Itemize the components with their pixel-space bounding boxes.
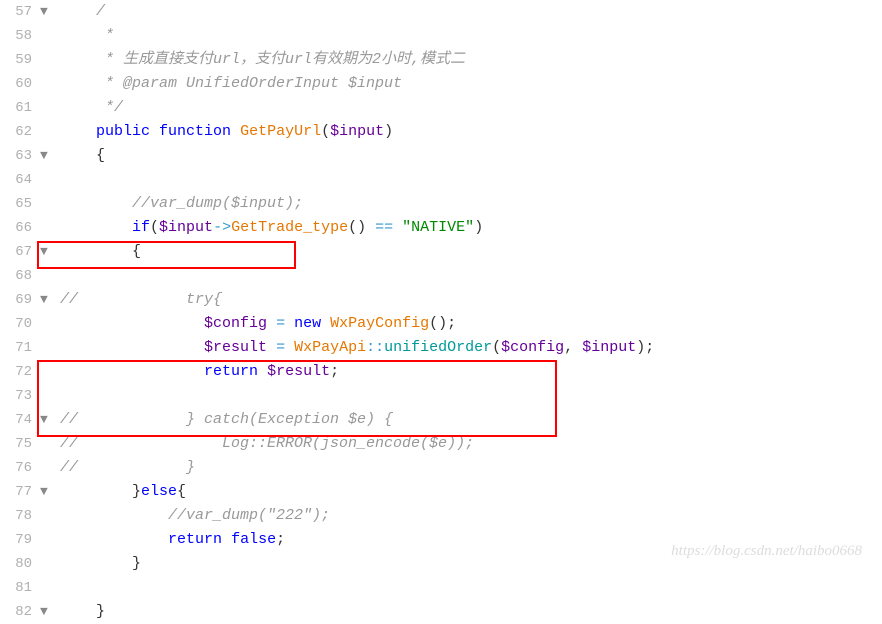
code-line[interactable]: 60 * @param UnifiedOrderInput $input [0, 72, 882, 96]
line-number: 66 [0, 217, 40, 239]
code-line[interactable]: 76 // } [0, 456, 882, 480]
fold-marker-icon[interactable]: ▼ [40, 410, 60, 431]
code-line[interactable]: 59 * 生成直接支付url，支付url有效期为2小时,模式二 [0, 48, 882, 72]
code-content[interactable]: //var_dump("222"); [60, 504, 882, 528]
code-content[interactable]: } [60, 600, 882, 624]
code-content[interactable]: $result = WxPayApi::unifiedOrder($config… [60, 336, 882, 360]
line-number: 81 [0, 577, 40, 599]
line-number: 58 [0, 25, 40, 47]
code-content[interactable]: // } catch(Exception $e) { [60, 408, 882, 432]
code-line[interactable]: 68 [0, 264, 882, 288]
code-content[interactable]: * @param UnifiedOrderInput $input [60, 72, 882, 96]
fold-marker-icon[interactable]: ▼ [40, 242, 60, 263]
code-line[interactable]: 72 return $result; [0, 360, 882, 384]
code-content[interactable]: * 生成直接支付url，支付url有效期为2小时,模式二 [60, 48, 882, 72]
code-line[interactable]: 61 */ [0, 96, 882, 120]
code-line[interactable]: 63▼ { [0, 144, 882, 168]
code-editor[interactable]: 57▼ /58 *59 * 生成直接支付url，支付url有效期为2小时,模式二… [0, 0, 882, 624]
line-number: 68 [0, 265, 40, 287]
line-number: 61 [0, 97, 40, 119]
fold-marker-icon[interactable]: ▼ [40, 290, 60, 311]
code-line[interactable]: 57▼ / [0, 0, 882, 24]
line-number: 79 [0, 529, 40, 551]
line-number: 76 [0, 457, 40, 479]
line-number: 71 [0, 337, 40, 359]
line-number: 63 [0, 145, 40, 167]
line-number: 77 [0, 481, 40, 503]
code-line[interactable]: 62 public function GetPayUrl($input) [0, 120, 882, 144]
line-number: 82 [0, 601, 40, 623]
code-content[interactable]: //var_dump($input); [60, 192, 882, 216]
line-number: 60 [0, 73, 40, 95]
code-content[interactable]: return $result; [60, 360, 882, 384]
code-content[interactable]: public function GetPayUrl($input) [60, 120, 882, 144]
watermark: https://blog.csdn.net/haibo0668 [671, 539, 862, 563]
code-line[interactable]: 67▼ { [0, 240, 882, 264]
code-line[interactable]: 71 $result = WxPayApi::unifiedOrder($con… [0, 336, 882, 360]
code-line[interactable]: 74▼// } catch(Exception $e) { [0, 408, 882, 432]
line-number: 59 [0, 49, 40, 71]
line-number: 62 [0, 121, 40, 143]
code-line[interactable]: 70 $config = new WxPayConfig(); [0, 312, 882, 336]
code-content[interactable]: { [60, 144, 882, 168]
line-number: 67 [0, 241, 40, 263]
line-number: 78 [0, 505, 40, 527]
code-line[interactable]: 82▼ } [0, 600, 882, 624]
code-line[interactable]: 69▼// try{ [0, 288, 882, 312]
line-number: 74 [0, 409, 40, 431]
line-number: 73 [0, 385, 40, 407]
fold-marker-icon[interactable]: ▼ [40, 482, 60, 503]
code-content[interactable]: / [60, 0, 882, 24]
code-line[interactable]: 58 * [0, 24, 882, 48]
line-number: 70 [0, 313, 40, 335]
line-number: 80 [0, 553, 40, 575]
code-content[interactable]: */ [60, 96, 882, 120]
fold-marker-icon[interactable]: ▼ [40, 146, 60, 167]
code-content[interactable]: { [60, 240, 882, 264]
code-line[interactable]: 73 [0, 384, 882, 408]
code-content[interactable]: $config = new WxPayConfig(); [60, 312, 882, 336]
fold-marker-icon[interactable]: ▼ [40, 2, 60, 23]
code-line[interactable]: 75 // Log::ERROR(json_encode($e)); [0, 432, 882, 456]
code-content[interactable]: * [60, 24, 882, 48]
code-content[interactable]: // Log::ERROR(json_encode($e)); [60, 432, 882, 456]
line-number: 69 [0, 289, 40, 311]
code-line[interactable]: 66 if($input->GetTrade_type() == "NATIVE… [0, 216, 882, 240]
line-number: 72 [0, 361, 40, 383]
line-number: 57 [0, 1, 40, 23]
line-number: 65 [0, 193, 40, 215]
code-line[interactable]: 65 //var_dump($input); [0, 192, 882, 216]
code-line[interactable]: 77▼ }else{ [0, 480, 882, 504]
code-line[interactable]: 78 //var_dump("222"); [0, 504, 882, 528]
fold-marker-icon[interactable]: ▼ [40, 602, 60, 623]
line-number: 64 [0, 169, 40, 191]
line-number: 75 [0, 433, 40, 455]
code-line[interactable]: 64 [0, 168, 882, 192]
code-content[interactable]: if($input->GetTrade_type() == "NATIVE") [60, 216, 882, 240]
code-content[interactable]: // try{ [60, 288, 882, 312]
code-content[interactable]: // } [60, 456, 882, 480]
code-line[interactable]: 81 [0, 576, 882, 600]
code-content[interactable]: }else{ [60, 480, 882, 504]
